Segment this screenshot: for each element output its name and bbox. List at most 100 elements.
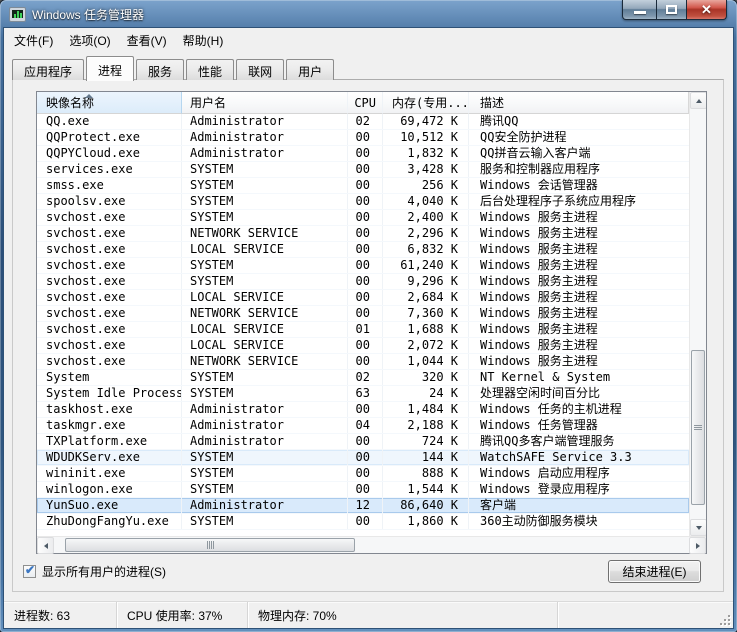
vertical-scroll-thumb[interactable] (691, 350, 705, 505)
cell-name: TXPlatform.exe (37, 434, 182, 449)
tab-inactive[interactable]: 应用程序 (12, 59, 84, 80)
tab-inactive[interactable]: 用户 (286, 59, 334, 80)
status-bar: 进程数: 63 CPU 使用率: 37% 物理内存: 70% (4, 601, 733, 628)
cell-name: svchost.exe (37, 290, 182, 305)
table-row[interactable]: ZhuDongFangYu.exeSYSTEM001,860 K360主动防御服… (37, 514, 689, 530)
cell-user: Administrator (182, 130, 348, 145)
table-row[interactable]: taskmgr.exeAdministrator042,188 KWindows… (37, 418, 689, 434)
scroll-down-button[interactable] (690, 519, 706, 536)
table-row[interactable]: svchost.exeNETWORK SERVICE002,296 KWindo… (37, 226, 689, 242)
menu-item[interactable]: 查看(V) (119, 29, 175, 52)
table-row[interactable]: svchost.exeLOCAL SERVICE002,684 KWindows… (37, 290, 689, 306)
column-header-description[interactable]: 描述 (469, 92, 689, 114)
table-row[interactable]: taskhost.exeAdministrator001,484 KWindow… (37, 402, 689, 418)
cell-desc: Windows 服务主进程 (469, 210, 689, 225)
table-row[interactable]: services.exeSYSTEM003,428 K服务和控制器应用程序 (37, 162, 689, 178)
cell-cpu: 00 (348, 146, 383, 161)
table-row[interactable]: System Idle ProcessSYSTEM6324 K处理器空闲时间百分… (37, 386, 689, 402)
column-header-cpu[interactable]: CPU (348, 92, 383, 114)
cell-user: NETWORK SERVICE (182, 226, 348, 241)
table-row[interactable]: svchost.exeLOCAL SERVICE006,832 KWindows… (37, 242, 689, 258)
cell-user: LOCAL SERVICE (182, 242, 348, 257)
cell-user: SYSTEM (182, 466, 348, 481)
show-all-users-label: 显示所有用户的进程(S) (42, 563, 166, 580)
table-row[interactable]: spoolsv.exeSYSTEM004,040 K后台处理程序子系统应用程序 (37, 194, 689, 210)
close-icon: ✕ (701, 3, 712, 16)
scroll-up-button[interactable] (690, 92, 706, 109)
client-area: 文件(F)选项(O)查看(V)帮助(H) 应用程序进程服务性能联网用户 映像名称… (4, 28, 733, 628)
cell-mem: 10,512 K (383, 130, 469, 145)
table-row[interactable]: QQPYCloud.exeAdministrator001,832 KQQ拼音云… (37, 146, 689, 162)
tab-strip: 应用程序进程服务性能联网用户 (12, 55, 336, 80)
cell-desc: Windows 服务主进程 (469, 258, 689, 273)
column-header-user-name[interactable]: 用户名 (182, 92, 348, 114)
scroll-left-button[interactable] (37, 537, 54, 554)
table-row[interactable]: wininit.exeSYSTEM00888 KWindows 启动应用程序 (37, 466, 689, 482)
thumb-grip-icon (694, 425, 702, 430)
resize-grip[interactable] (720, 615, 730, 625)
table-row[interactable]: svchost.exeNETWORK SERVICE001,044 KWindo… (37, 354, 689, 370)
vertical-scrollbar[interactable] (689, 92, 706, 536)
cell-desc: Windows 启动应用程序 (469, 466, 689, 481)
cell-cpu: 00 (348, 402, 383, 417)
minimize-button[interactable] (622, 0, 657, 20)
table-row[interactable]: SystemSYSTEM02320 KNT Kernel & System (37, 370, 689, 386)
table-row[interactable]: svchost.exeSYSTEM009,296 KWindows 服务主进程 (37, 274, 689, 290)
cell-mem: 4,040 K (383, 194, 469, 209)
cell-user: SYSTEM (182, 178, 348, 193)
vertical-scroll-track[interactable] (690, 109, 706, 519)
cell-name: WDUDKServ.exe (37, 450, 182, 465)
cell-mem: 1,484 K (383, 402, 469, 417)
cell-user: NETWORK SERVICE (182, 306, 348, 321)
table-row[interactable]: QQ.exeAdministrator0269,472 K腾讯QQ (37, 114, 689, 130)
menu-item[interactable]: 选项(O) (61, 29, 118, 52)
close-button[interactable]: ✕ (687, 0, 727, 20)
table-row[interactable]: QQProtect.exeAdministrator0010,512 KQQ安全… (37, 130, 689, 146)
cell-mem: 724 K (383, 434, 469, 449)
table-row[interactable]: YunSuo.exeAdministrator1286,640 K客户端 (37, 498, 689, 514)
tab-inactive[interactable]: 性能 (186, 59, 234, 80)
table-row[interactable]: WDUDKServ.exeSYSTEM00144 KWatchSAFE Serv… (37, 450, 689, 466)
cell-mem: 7,360 K (383, 306, 469, 321)
table-row[interactable]: svchost.exeLOCAL SERVICE011,688 KWindows… (37, 322, 689, 338)
cell-mem: 144 K (383, 450, 469, 465)
table-row[interactable]: svchost.exeLOCAL SERVICE002,072 KWindows… (37, 338, 689, 354)
minimize-icon (634, 11, 646, 14)
cell-name: QQProtect.exe (37, 130, 182, 145)
show-all-users-checkbox[interactable]: ✔ (23, 565, 36, 578)
tab-inactive[interactable]: 联网 (236, 59, 284, 80)
cell-name: taskhost.exe (37, 402, 182, 417)
cell-user: Administrator (182, 114, 348, 129)
horizontal-scroll-track[interactable] (54, 537, 689, 553)
table-row[interactable]: TXPlatform.exeAdministrator00724 K腾讯QQ多客… (37, 434, 689, 450)
table-row[interactable]: winlogon.exeSYSTEM001,544 KWindows 登录应用程… (37, 482, 689, 498)
status-empty-segment (558, 602, 733, 628)
table-row[interactable]: svchost.exeSYSTEM0061,240 KWindows 服务主进程 (37, 258, 689, 274)
cell-user: SYSTEM (182, 210, 348, 225)
table-row[interactable]: smss.exeSYSTEM00256 KWindows 会话管理器 (37, 178, 689, 194)
column-header-image-name[interactable]: 映像名称 (37, 92, 182, 114)
menu-item[interactable]: 文件(F) (6, 29, 61, 52)
cell-user: SYSTEM (182, 274, 348, 289)
tab-active[interactable]: 进程 (86, 56, 134, 81)
cell-user: SYSTEM (182, 370, 348, 385)
cell-name: services.exe (37, 162, 182, 177)
cell-desc: Windows 任务管理器 (469, 418, 689, 433)
horizontal-scrollbar[interactable] (37, 536, 706, 553)
tab-inactive[interactable]: 服务 (136, 59, 184, 80)
end-process-button[interactable]: 结束进程(E) (608, 560, 701, 583)
scroll-right-button[interactable] (689, 537, 706, 554)
maximize-button[interactable] (657, 0, 687, 20)
cell-mem: 2,072 K (383, 338, 469, 353)
table-row[interactable]: svchost.exeSYSTEM002,400 KWindows 服务主进程 (37, 210, 689, 226)
table-row[interactable]: svchost.exeNETWORK SERVICE007,360 KWindo… (37, 306, 689, 322)
menu-item[interactable]: 帮助(H) (175, 29, 232, 52)
column-header-memory[interactable]: 内存(专用... (383, 92, 469, 114)
cell-name: svchost.exe (37, 306, 182, 321)
horizontal-scroll-thumb[interactable] (65, 538, 355, 552)
cell-user: LOCAL SERVICE (182, 290, 348, 305)
title-bar[interactable]: Windows 任务管理器 ✕ (0, 0, 737, 28)
cell-name: QQ.exe (37, 114, 182, 129)
cell-mem: 69,472 K (383, 114, 469, 129)
cell-mem: 9,296 K (383, 274, 469, 289)
